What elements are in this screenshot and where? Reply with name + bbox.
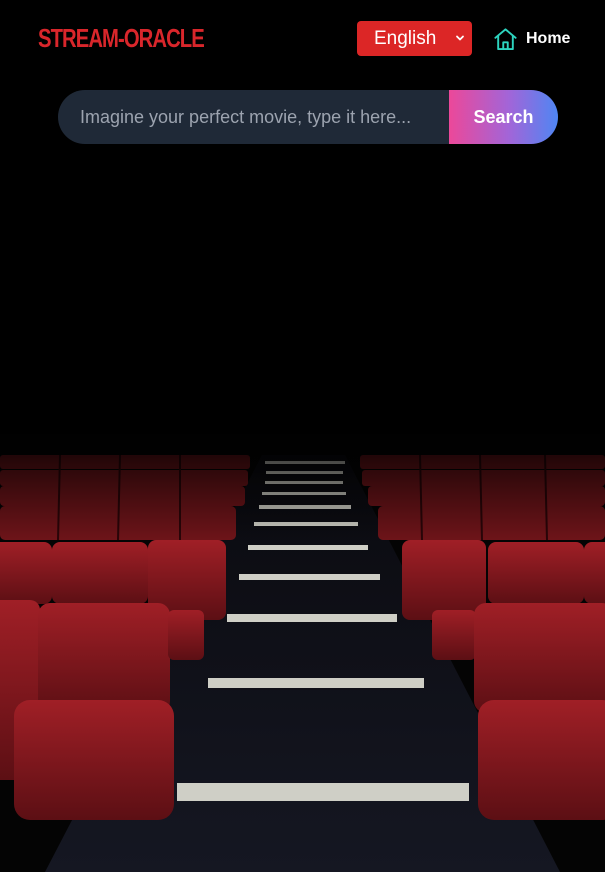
- home-icon: [494, 27, 517, 50]
- site-header: STREAM-ORACLE English Home: [0, 0, 605, 78]
- chevron-down-icon: [456, 35, 464, 41]
- search-button[interactable]: Search: [449, 90, 558, 144]
- home-link-label: Home: [526, 30, 571, 47]
- home-link[interactable]: Home: [492, 24, 570, 54]
- logo[interactable]: STREAM-ORACLE: [38, 22, 205, 54]
- search-bar: Search: [58, 90, 558, 144]
- search-input[interactable]: [58, 90, 449, 144]
- language-select-value: English: [374, 28, 437, 49]
- language-select[interactable]: English: [357, 21, 472, 56]
